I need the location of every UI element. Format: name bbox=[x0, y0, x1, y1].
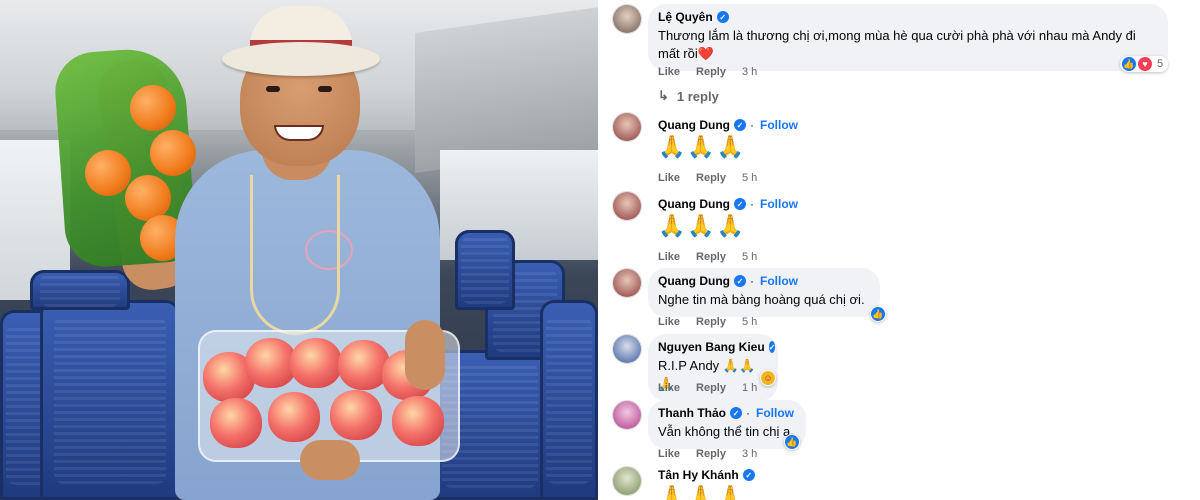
comment-content: Tân Hy Khánh ✓ 🙏🙏🙏 bbox=[648, 466, 765, 500]
avatar[interactable] bbox=[612, 466, 642, 496]
follow-button[interactable]: Follow bbox=[760, 197, 798, 211]
avatar[interactable] bbox=[612, 4, 642, 34]
like-button[interactable]: Like bbox=[658, 448, 680, 460]
follow-button[interactable]: Follow bbox=[760, 274, 798, 288]
reaction-summary[interactable]: 👍 bbox=[784, 434, 800, 450]
commenter-name[interactable]: Nguyen Bang Kieu bbox=[658, 340, 765, 354]
comment-actions: Like Reply 3 h bbox=[658, 448, 757, 460]
apple bbox=[290, 338, 342, 388]
person-eye bbox=[318, 86, 332, 92]
comment-actions: Like Reply 5 h bbox=[658, 251, 757, 263]
comment-text: Nghe tin mà bàng hoàng quá chị ơi. bbox=[658, 292, 865, 307]
lanyard bbox=[250, 175, 340, 335]
reply-button[interactable]: Reply bbox=[696, 382, 726, 394]
person-hand bbox=[405, 320, 445, 390]
comment-emoji: 🙏🙏🙏 bbox=[658, 134, 747, 159]
comment-time[interactable]: 5 h bbox=[742, 172, 757, 184]
reaction-summary[interactable]: 👍 ♥ 5 bbox=[1120, 56, 1169, 72]
avatar[interactable] bbox=[612, 191, 642, 221]
comment-emoji: 🙏🙏🙏 bbox=[658, 213, 747, 238]
comment-bubble: Lệ Quyên ✓ Thương lắm là thương chị ơi,m… bbox=[648, 4, 1168, 71]
orange bbox=[85, 150, 131, 196]
bus-seat bbox=[540, 300, 598, 500]
like-button[interactable]: Like bbox=[658, 382, 680, 394]
commenter-name[interactable]: Tân Hy Khánh bbox=[658, 468, 739, 482]
comment-actions: Like Reply 3 h bbox=[658, 66, 757, 78]
bus-seat bbox=[30, 270, 130, 310]
separator-dot: · bbox=[746, 406, 750, 420]
post-photo[interactable] bbox=[0, 0, 598, 500]
like-button[interactable]: Like bbox=[658, 172, 680, 184]
comment-text: Vẫn không thể tin chị a bbox=[658, 424, 791, 439]
comment-bubble: Quang Dung ✓ · Follow Nghe tin mà bàng h… bbox=[648, 268, 880, 317]
apple bbox=[210, 398, 262, 448]
person-hand bbox=[300, 440, 360, 480]
comment-time[interactable]: 5 h bbox=[742, 251, 757, 263]
commenter-name[interactable]: Quang Dung bbox=[658, 274, 730, 288]
apple bbox=[330, 390, 382, 440]
avatar[interactable] bbox=[612, 112, 642, 142]
avatar[interactable] bbox=[612, 334, 642, 364]
follow-button[interactable]: Follow bbox=[756, 406, 794, 420]
reply-arrow-icon: ↳ bbox=[658, 88, 669, 103]
comments-panel: Lệ Quyên ✓ Thương lắm là thương chị ơi,m… bbox=[600, 0, 1200, 500]
comment-emoji: 🙏🙏🙏 bbox=[658, 484, 747, 500]
commenter-name[interactable]: Quang Dung bbox=[658, 118, 730, 132]
follow-button[interactable]: Follow bbox=[760, 118, 798, 132]
luggage-rack bbox=[415, 6, 598, 174]
orange bbox=[150, 130, 196, 176]
comment-time[interactable]: 3 h bbox=[742, 448, 757, 460]
hat-brim bbox=[222, 42, 380, 76]
comment-content: Quang Dung ✓ · Follow 🙏🙏🙏 bbox=[648, 191, 808, 245]
reply-button[interactable]: Reply bbox=[696, 316, 726, 328]
commenter-name[interactable]: Quang Dung bbox=[658, 197, 730, 211]
verified-icon: ✓ bbox=[734, 119, 746, 131]
avatar[interactable] bbox=[612, 268, 642, 298]
comment-text: Thương lắm là thương chị ơi,mong mùa hè … bbox=[658, 28, 1136, 61]
person-eye bbox=[266, 86, 280, 92]
commenter-name[interactable]: Thanh Thảo bbox=[658, 406, 726, 420]
like-reaction-icon: 👍 bbox=[1122, 57, 1136, 71]
separator-dot: · bbox=[750, 274, 754, 288]
comment-actions: Like Reply 5 h bbox=[658, 172, 757, 184]
verified-icon: ✓ bbox=[742, 469, 755, 481]
reaction-summary[interactable]: ☺ bbox=[760, 370, 776, 386]
verified-icon: ✓ bbox=[734, 275, 746, 287]
verified-icon: ✓ bbox=[768, 341, 776, 353]
reaction-count: 5 bbox=[1157, 58, 1164, 70]
view-replies-button[interactable]: ↳ 1 reply bbox=[658, 88, 719, 104]
comment-content: Quang Dung ✓ · Follow 🙏🙏🙏 bbox=[648, 112, 808, 166]
like-reaction-icon: 👍 bbox=[871, 307, 885, 321]
comment-time[interactable]: 3 h bbox=[742, 66, 757, 78]
comment-actions: Like Reply 1 h bbox=[658, 382, 757, 394]
care-reaction-icon: ☺ bbox=[761, 371, 775, 385]
orange bbox=[130, 85, 176, 131]
like-button[interactable]: Like bbox=[658, 316, 680, 328]
heart-emoji: ❤️ bbox=[697, 46, 714, 61]
avatar[interactable] bbox=[612, 400, 642, 430]
apple bbox=[392, 396, 444, 446]
comment-time[interactable]: 5 h bbox=[742, 316, 757, 328]
like-button[interactable]: Like bbox=[658, 251, 680, 263]
bus-seat bbox=[455, 230, 515, 310]
separator-dot: · bbox=[750, 118, 754, 132]
like-button[interactable]: Like bbox=[658, 66, 680, 78]
comment-time[interactable]: 1 h bbox=[742, 382, 757, 394]
reply-button[interactable]: Reply bbox=[696, 251, 726, 263]
like-reaction-icon: 👍 bbox=[785, 435, 799, 449]
verified-icon: ✓ bbox=[730, 407, 742, 419]
verified-icon: ✓ bbox=[734, 198, 746, 210]
verified-icon: ✓ bbox=[716, 11, 729, 23]
love-reaction-icon: ♥ bbox=[1138, 57, 1152, 71]
apple bbox=[268, 392, 320, 442]
reply-button[interactable]: Reply bbox=[696, 172, 726, 184]
reaction-summary[interactable]: 👍 bbox=[870, 306, 886, 322]
comment-actions: Like Reply 5 h bbox=[658, 316, 757, 328]
separator-dot: · bbox=[750, 197, 754, 211]
reply-button[interactable]: Reply bbox=[696, 66, 726, 78]
commenter-name[interactable]: Lệ Quyên bbox=[658, 10, 713, 24]
bus-seat bbox=[40, 300, 180, 500]
comment-bubble: Thanh Thảo ✓ · Follow Vẫn không thể tin … bbox=[648, 400, 806, 449]
reply-button[interactable]: Reply bbox=[696, 448, 726, 460]
